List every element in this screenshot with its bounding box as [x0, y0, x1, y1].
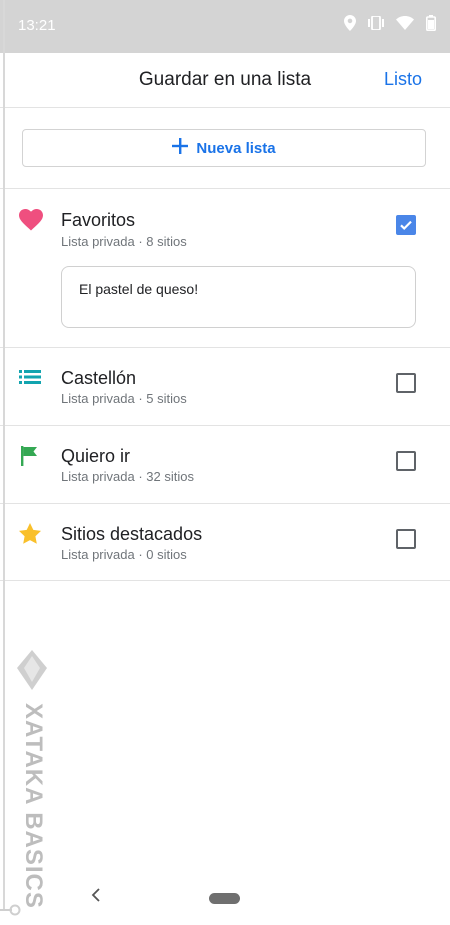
note-field[interactable]: El pastel de queso!: [61, 266, 416, 328]
new-list-label: Nueva lista: [196, 139, 276, 157]
list-checkbox[interactable]: [396, 529, 416, 549]
list-subtitle: Lista privada · 32 sitios: [61, 469, 194, 484]
list-subtitle: Lista privada · 5 sitios: [61, 391, 187, 406]
list-title: Castellón: [61, 368, 137, 388]
list-title: Favoritos: [61, 210, 136, 230]
header: Guardar en una lista Listo: [0, 53, 450, 108]
vibrate-icon: [368, 16, 384, 30]
location-icon: [344, 15, 356, 31]
list-icon: [19, 370, 41, 389]
wifi-icon: [396, 16, 414, 30]
watermark-logo-icon: [17, 650, 47, 695]
check-icon: [400, 220, 412, 231]
heart-icon: [19, 209, 43, 236]
status-icons: [344, 15, 436, 31]
page-title: Guardar en una lista: [138, 69, 312, 90]
list-title: Quiero ir: [61, 446, 131, 466]
list-item-quiero-ir[interactable]: Quiero ir Lista privada · 32 sitios: [0, 426, 450, 503]
new-list-button[interactable]: Nueva lista: [22, 129, 426, 167]
list-item-sitios-destacados[interactable]: Sitios destacados Lista privada · 0 siti…: [0, 504, 450, 581]
list-subtitle: Lista privada · 8 sitios: [61, 234, 187, 249]
list-item-castellon[interactable]: Castellón Lista privada · 5 sitios: [0, 348, 450, 425]
list-subtitle: Lista privada · 0 sitios: [61, 547, 187, 562]
watermark-text: XATAKA BASICS: [20, 703, 47, 909]
status-time: 13:21: [18, 17, 56, 34]
list-checkbox-checked[interactable]: [396, 215, 416, 235]
watermark-node-icon: [0, 903, 24, 922]
star-icon: [19, 523, 41, 549]
list-checkbox[interactable]: [396, 451, 416, 471]
home-button[interactable]: [209, 893, 240, 904]
plus-icon: [172, 137, 189, 159]
list-checkbox[interactable]: [396, 373, 416, 393]
done-button[interactable]: Listo: [384, 69, 422, 90]
divider: [0, 580, 450, 581]
flag-icon: [19, 446, 39, 471]
battery-icon: [426, 15, 436, 31]
back-icon[interactable]: [90, 887, 102, 908]
watermark-line: [3, 0, 5, 910]
status-bar: 13:21: [0, 0, 450, 53]
list-title: Sitios destacados: [61, 524, 203, 544]
